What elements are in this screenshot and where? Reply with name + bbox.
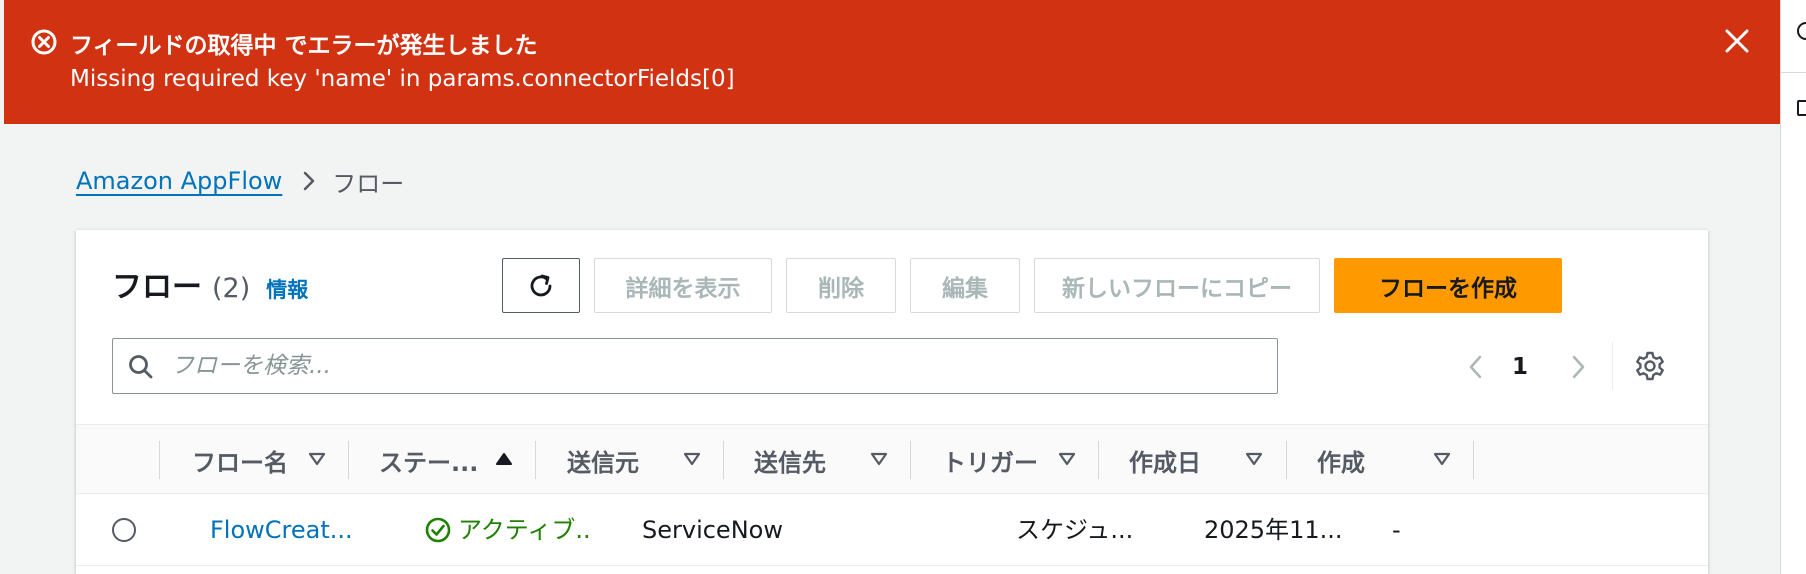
column-divider <box>535 441 536 479</box>
column-header-source[interactable]: 送信元 <box>567 425 717 495</box>
sort-ascending-icon <box>496 453 512 465</box>
breadcrumb-appflow-link[interactable]: Amazon AppFlow <box>76 167 282 195</box>
created-by-cell: - <box>1392 516 1401 544</box>
flow-count: (2) <box>212 273 251 304</box>
sort-descending-icon <box>870 452 888 466</box>
flash-title: フィールドの取得中 でエラーが発生しました <box>70 33 538 59</box>
page-title: フロー <box>112 270 202 305</box>
column-label: トリガー <box>942 448 1038 477</box>
view-details-button[interactable]: 詳細を表示 <box>594 258 772 313</box>
sort-descending-icon <box>1058 452 1076 466</box>
search-box <box>112 338 1278 394</box>
column-label: フロー名 <box>192 448 288 477</box>
column-header-status[interactable]: ステー... <box>379 425 529 495</box>
sort-descending-icon <box>308 452 326 466</box>
column-label: 送信先 <box>754 448 826 477</box>
column-header-flow-name[interactable]: フロー名 <box>192 425 342 495</box>
column-header-destination[interactable]: 送信先 <box>754 425 904 495</box>
sort-descending-icon <box>1245 452 1263 466</box>
column-divider <box>348 441 349 479</box>
breadcrumb-current: フロー <box>332 169 405 198</box>
help-icon[interactable] <box>1797 22 1806 40</box>
status-text: アクティブ.. <box>458 516 591 544</box>
page-number[interactable]: 1 <box>1508 352 1532 382</box>
flows-table-panel: フロー (2) 情報 詳細を表示 削除 編集 新しいフローにコピー フローを作成… <box>76 230 1708 574</box>
divider <box>1612 342 1613 390</box>
error-flashbar: フィールドの取得中 でエラーが発生しました Missing required k… <box>4 0 1780 124</box>
refresh-icon <box>530 274 552 296</box>
column-header-created-by[interactable]: 作成 <box>1317 425 1467 495</box>
column-divider <box>1098 441 1099 479</box>
delete-button[interactable]: 削除 <box>786 258 896 313</box>
table-header: フロー名 ステー... 送信元 送信先 トリガー 作成日 作成 <box>76 424 1708 494</box>
source-cell: ServiceNow <box>642 516 783 544</box>
sort-descending-icon <box>683 452 701 466</box>
search-input[interactable] <box>171 347 1261 385</box>
sort-descending-icon <box>1433 452 1451 466</box>
info-link[interactable]: 情報 <box>266 274 308 304</box>
column-divider <box>159 441 160 479</box>
row-select-radio[interactable] <box>112 518 136 542</box>
column-label: ステー... <box>379 448 479 477</box>
column-label: 作成日 <box>1129 448 1201 477</box>
chevron-left-icon[interactable] <box>1464 352 1488 382</box>
column-divider <box>1473 441 1474 479</box>
panel-header: フロー (2) 情報 <box>112 262 308 305</box>
search-icon <box>129 355 153 379</box>
column-label: 作成 <box>1317 448 1365 477</box>
trigger-cell: スケジュ... <box>1016 516 1134 544</box>
column-divider <box>910 441 911 479</box>
column-divider <box>1286 441 1287 479</box>
status-cell: アクティブ.. <box>424 512 591 548</box>
table-row[interactable]: FlowCreat... アクティブ.. ServiceNow スケジュ... … <box>76 494 1708 566</box>
column-header-trigger[interactable]: トリガー <box>942 425 1092 495</box>
flow-name-link[interactable]: FlowCreat... <box>210 512 353 548</box>
flash-message: Missing required key 'name' in params.co… <box>70 66 735 92</box>
error-circle-x-icon <box>31 29 57 55</box>
created-date-cell: 2025年11... <box>1204 516 1343 544</box>
column-label: 送信元 <box>567 448 639 477</box>
divider <box>1781 72 1806 73</box>
create-flow-button[interactable]: フローを作成 <box>1334 258 1562 313</box>
success-check-icon <box>425 517 451 543</box>
copy-to-new-flow-button[interactable]: 新しいフローにコピー <box>1034 258 1320 313</box>
right-side-panel-strip <box>1780 0 1806 574</box>
column-header-created-date[interactable]: 作成日 <box>1129 425 1279 495</box>
close-icon[interactable] <box>1720 24 1754 58</box>
chevron-right-icon <box>302 170 316 192</box>
refresh-button[interactable] <box>502 258 580 313</box>
chevron-right-icon[interactable] <box>1566 352 1590 382</box>
edit-button[interactable]: 編集 <box>910 258 1020 313</box>
breadcrumb: Amazon AppFlow フロー <box>76 164 404 198</box>
gear-icon[interactable] <box>1634 350 1666 382</box>
notification-icon[interactable] <box>1797 100 1806 116</box>
column-divider <box>723 441 724 479</box>
